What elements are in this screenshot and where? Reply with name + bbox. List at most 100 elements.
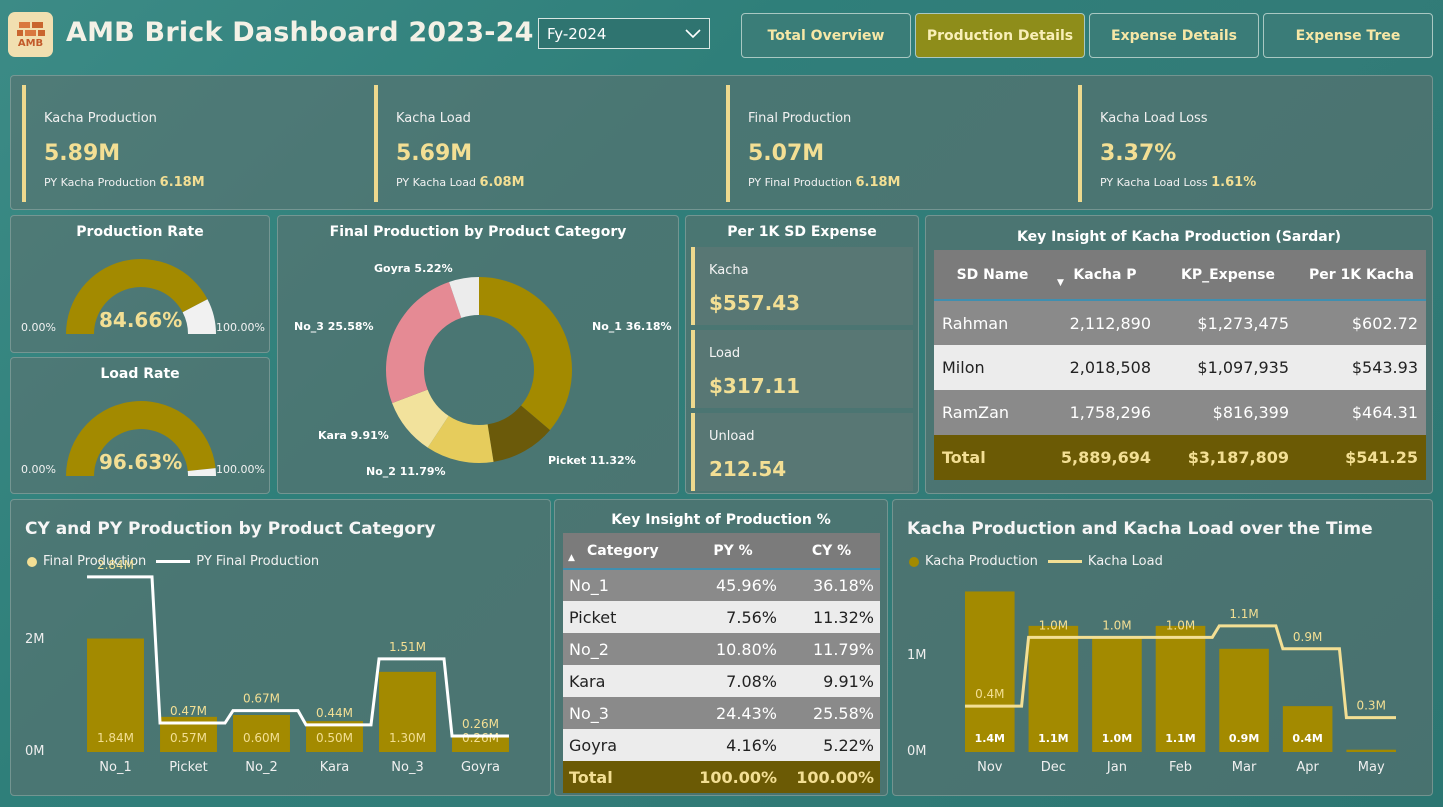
table-cell: $543.93 [1297,345,1426,390]
table-cell: 2,018,508 [1051,345,1159,390]
table-row[interactable]: Kara 7.08% 9.91% [563,665,880,697]
table-cell: No_3 [563,697,683,729]
table-cell: Milon [934,345,1051,390]
table-cell: Picket [563,601,683,633]
gauge-max: 100.00% [216,321,265,334]
kpi-card-kacha-load: Kacha Load 5.69M PY Kacha Load 6.08M [374,85,719,202]
table-row[interactable]: Goyra 4.16% 5.22% [563,729,880,761]
cy-py-chart: 1.84M No_1 0.57M Picket 0.60M No_2 0.50M Kara 1.… [87,558,509,775]
col-header-sd-name[interactable]: SD Name [934,250,1051,300]
line-value-label: 1.0M [1102,618,1131,632]
load-rate-panel: Load Rate 0.00% 100.00% 96.63% [10,357,270,494]
line-value-label: 0.4M [975,687,1004,701]
bar-value-label: 0.57M [170,731,207,745]
table-row[interactable]: RamZan 1,758,296 $816,399 $464.31 [934,390,1426,435]
table-cell: $464.31 [1297,390,1426,435]
table-cell: 100.00% [683,761,783,793]
bar-value-label: 0.60M [243,731,280,745]
bar-value-label: 0.50M [316,731,353,745]
table-row[interactable]: Picket 7.56% 11.32% [563,601,880,633]
table-cell: 10.80% [683,633,783,665]
table-total-row: Total 100.00% 100.00% [563,761,880,793]
table-cell: 100.00% [783,761,880,793]
table-cell: 25.58% [783,697,880,729]
x-tick-label: Kara [320,760,350,775]
bar-value-label: 1.0M [1102,732,1132,745]
table-cell: Goyra [563,729,683,761]
col-header-py[interactable]: PY % [683,533,783,569]
kpi-card-final-production: Final Production 5.07M PY Final Producti… [726,85,1071,202]
nav-expense-details[interactable]: Expense Details [1089,13,1259,58]
sardar-table: SD Name Kacha P ▼ KP_Expense Per 1K Kach… [934,250,1426,480]
table-cell: $541.25 [1297,435,1426,480]
table-row[interactable]: No_2 10.80% 11.79% [563,633,880,665]
prod-table-title: Key Insight of Production % [611,512,831,528]
line-value-label: 2.84M [97,558,134,572]
table-cell: $1,273,475 [1159,300,1297,345]
table-cell: 11.79% [783,633,880,665]
table-cell: 36.18% [783,569,880,601]
bar-value-label: 1.30M [389,731,426,745]
donut-label: No_2 11.79% [366,465,446,478]
donut-slice-no_3[interactable] [386,281,462,404]
col-header-kacha-p[interactable]: Kacha P ▼ [1051,250,1159,300]
nav-total-overview[interactable]: Total Overview [741,13,911,58]
table-row[interactable]: Rahman 2,112,890 $1,273,475 $602.72 [934,300,1426,345]
kpi-py: PY Kacha Production 6.18M [44,175,205,190]
fiscal-year-dropdown[interactable]: Fy-2024 [538,18,710,49]
col-header-category[interactable]: Category ▲ [563,533,683,569]
prod-table: Category ▲ PY % CY % No_1 45.96% 36.18% Pic… [563,533,880,793]
bar-value-label: 0.4M [1292,732,1322,745]
sd-expense-title: Per 1K SD Expense [727,224,877,240]
donut-label: Goyra 5.22% [374,262,453,275]
line-value-label: 1.51M [389,640,426,654]
table-cell: 4.16% [683,729,783,761]
table-cell: Rahman [934,300,1051,345]
x-tick-label: Nov [977,760,1003,775]
bar-value-label: 0.9M [1229,732,1259,745]
bar-value-label: 1.1M [1038,732,1068,745]
kpi-value: 5.89M [44,141,121,166]
bar-apr[interactable] [1282,706,1333,752]
kpi-py: PY Kacha Load Loss 1.61% [1100,175,1257,190]
x-tick-label: May [1358,760,1385,775]
kpi-value: 3.37% [1100,141,1177,166]
bar-value-label: 0.26M [462,731,499,745]
kpi-label: Kacha Production [44,111,157,126]
bar-nov[interactable] [964,591,1015,752]
col-header-kp-expense[interactable]: KP_Expense [1159,250,1297,300]
table-row[interactable]: Milon 2,018,508 $1,097,935 $543.93 [934,345,1426,390]
line-value-label: 0.26M [462,717,499,731]
nav-production-details[interactable]: Production Details [915,13,1085,58]
load-rate-value: 96.63% [99,450,183,474]
table-cell: $602.72 [1297,300,1426,345]
x-tick-label: Dec [1041,760,1066,775]
kpi-value: 5.07M [748,141,825,166]
bar-may[interactable] [1346,749,1397,752]
kpi-card-kacha-production: Kacha Production 5.89M PY Kacha Producti… [22,85,367,202]
sd-card-value: $317.11 [709,374,801,398]
col-header-per-1k-kacha[interactable]: Per 1K Kacha [1297,250,1426,300]
nav-expense-tree[interactable]: Expense Tree [1263,13,1433,58]
sd-card-unload: Unload 212.54 [691,413,913,491]
sd-card-value: 212.54 [709,457,787,481]
kacha-chart: 1.4M Nov 1.1M Dec 1.0M Jan 1.1M Feb 0.9M Mar 0.4M A… [964,591,1397,775]
table-row[interactable]: No_3 24.43% 25.58% [563,697,880,729]
x-tick-label: Goyra [461,760,500,775]
line-value-label: 0.44M [316,706,353,720]
donut-slice-no_1[interactable] [479,277,572,431]
table-cell: RamZan [934,390,1051,435]
load-rate-title: Load Rate [100,366,180,382]
table-cell: 11.32% [783,601,880,633]
chevron-down-icon [685,28,701,38]
kpi-label: Kacha Load [396,111,471,126]
sd-card-label: Load [709,346,741,361]
line-value-label: 1.1M [1229,607,1258,621]
line-value-label: 0.3M [1356,699,1385,713]
table-cell: $816,399 [1159,390,1297,435]
sd-card-load: Load $317.11 [691,330,913,408]
col-header-cy[interactable]: CY % [783,533,880,569]
step-line[interactable] [87,575,509,738]
table-row[interactable]: No_1 45.96% 36.18% [563,569,880,601]
line-value-label: 0.67M [243,692,280,706]
